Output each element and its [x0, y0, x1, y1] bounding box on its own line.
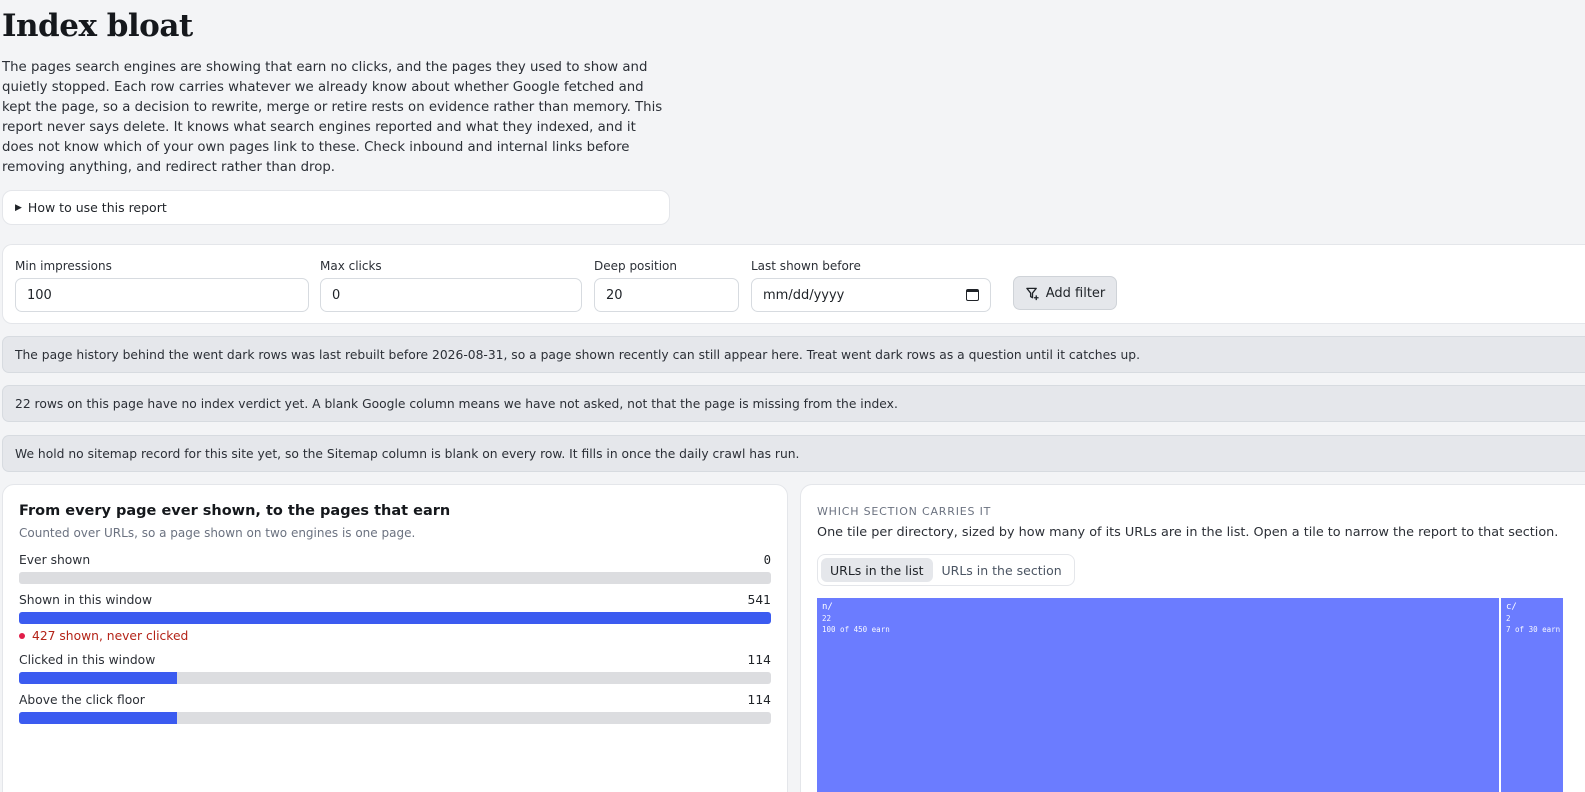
add-filter-label: Add filter [1045, 285, 1106, 301]
deep-position-label: Deep position [594, 259, 677, 273]
funnel-row-label: Clicked in this window [19, 653, 156, 667]
funnel-title: From every page ever shown, to the pages… [19, 503, 451, 519]
funnel-row-value: 114 [747, 653, 771, 667]
notice-sitemap: We hold no sitemap record for this site … [2, 435, 1585, 472]
funnel-row-value: 114 [747, 693, 771, 707]
tile-earn: 7 of 30 earn [1506, 625, 1561, 634]
sections-subtitle: One tile per directory, sized by how man… [817, 525, 1559, 540]
disclosure-triangle-icon: ▶ [15, 202, 22, 213]
deep-position-field: Deep position 20 [594, 259, 739, 312]
funnel-subtitle: Counted over URLs, so a page shown on tw… [19, 526, 416, 540]
sections-view-toggle: URLs in the list URLs in the section [817, 554, 1075, 586]
last-shown-before-input[interactable]: mm/dd/yyyy [751, 278, 991, 312]
funnel-bar-fill [19, 612, 771, 624]
never-clicked-text: 427 shown, never clicked [32, 629, 189, 643]
how-to-use-label: How to use this report [27, 200, 167, 215]
date-placeholder: mm/dd/yyyy [763, 287, 845, 303]
deep-position-input[interactable]: 20 [594, 278, 739, 312]
warning-dot-icon [19, 633, 25, 639]
min-impressions-field: Min impressions 100 [15, 259, 309, 312]
funnel-row-label: Above the click floor [19, 693, 145, 707]
last-shown-before-field: Last shown before mm/dd/yyyy [751, 259, 991, 312]
min-impressions-input[interactable]: 100 [15, 278, 309, 312]
max-clicks-field: Max clicks 0 [320, 259, 582, 312]
filter-plus-icon [1025, 287, 1039, 300]
funnel-card: From every page ever shown, to the pages… [2, 484, 788, 792]
funnel-bar-fill [19, 712, 177, 724]
notice-index-verdict: 22 rows on this page have no index verdi… [2, 385, 1585, 422]
max-clicks-input[interactable]: 0 [320, 278, 582, 312]
how-to-use-toggle[interactable]: ▶ How to use this report [2, 190, 670, 225]
tile-name: n/ [822, 602, 833, 612]
section-treemap: n/ 22 100 of 450 earn c/ 2 7 of 30 earn [817, 598, 1563, 792]
tile-count: 22 [822, 614, 832, 623]
funnel-row-label: Shown in this window [19, 593, 153, 607]
page-intro: The pages search engines are showing tha… [2, 60, 663, 175]
tile-name: c/ [1506, 602, 1517, 612]
calendar-icon[interactable] [966, 289, 979, 301]
funnel-bar-track [19, 712, 771, 724]
min-impressions-label: Min impressions [15, 259, 112, 273]
tab-urls-in-list[interactable]: URLs in the list [821, 558, 933, 582]
page-title: Index bloat [2, 8, 193, 44]
sections-card: WHICH SECTION CARRIES IT One tile per di… [800, 484, 1585, 792]
add-filter-button[interactable]: Add filter [1013, 276, 1117, 310]
tile-earn: 100 of 450 earn [822, 625, 890, 634]
sections-eyebrow: WHICH SECTION CARRIES IT [817, 505, 992, 518]
funnel-bar-track [19, 612, 771, 624]
section-tile-c[interactable]: c/ 2 7 of 30 earn [1501, 598, 1563, 792]
max-clicks-label: Max clicks [320, 259, 382, 273]
funnel-bar-track [19, 572, 771, 584]
funnel-row-label: Ever shown [19, 553, 91, 567]
never-clicked-warning: 427 shown, never clicked [19, 629, 188, 643]
notice-history-rebuild: The page history behind the went dark ro… [2, 336, 1585, 373]
last-shown-before-label: Last shown before [751, 259, 861, 273]
funnel-bar-track [19, 672, 771, 684]
tile-count: 2 [1506, 614, 1511, 623]
funnel-row-value: 541 [747, 593, 771, 607]
section-tile-n[interactable]: n/ 22 100 of 450 earn [817, 598, 1499, 792]
tab-urls-in-section[interactable]: URLs in the section [933, 558, 1071, 582]
funnel-row-value: 0 [763, 553, 771, 567]
funnel-bar-fill [19, 672, 177, 684]
filter-bar: Min impressions 100 Max clicks 0 Deep po… [2, 244, 1585, 324]
